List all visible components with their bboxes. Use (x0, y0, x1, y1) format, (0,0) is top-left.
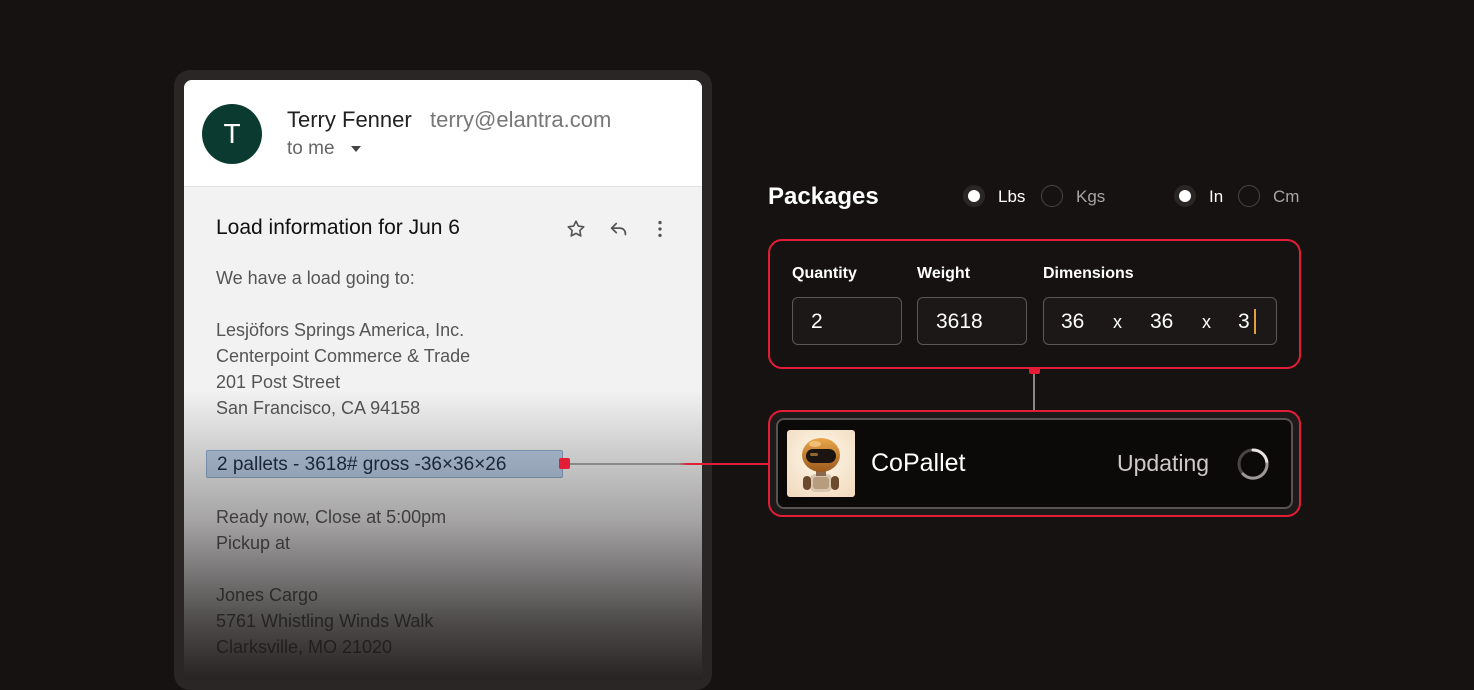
dim-length-value: 36 (1061, 310, 1085, 333)
sender-email: terry@elantra.com (430, 107, 612, 132)
email-subject: Load information for Jun 6 (216, 216, 460, 239)
chevron-down-icon[interactable] (351, 146, 361, 152)
body-line: Ready now, Close at 5:00pm (216, 507, 447, 527)
body-line: We have a load going to: (216, 268, 415, 288)
radio-kgs[interactable] (1041, 185, 1063, 207)
radio-label-in[interactable]: In (1209, 187, 1223, 207)
body-line: Lesjöfors Springs America, Inc. (216, 320, 465, 340)
star-icon[interactable] (565, 218, 587, 240)
weight-label: Weight (917, 265, 971, 282)
dim-separator: x (1202, 312, 1211, 332)
text-cursor (1254, 309, 1256, 334)
avatar[interactable]: T (202, 104, 262, 164)
weight-value: 3618 (936, 310, 983, 333)
weight-input[interactable]: 3618 (917, 297, 1027, 345)
loading-spinner-icon (1235, 446, 1271, 482)
radio-label-cm[interactable]: Cm (1273, 187, 1299, 207)
copallet-name: CoPallet (871, 449, 966, 477)
body-line: San Francisco, CA 94158 (216, 398, 421, 418)
packages-title: Packages (768, 183, 879, 210)
connector-handle (559, 458, 570, 469)
highlighted-text-selection[interactable]: 2 pallets - 3618# gross -36×36×26 (206, 450, 563, 478)
dimensions-label: Dimensions (1043, 265, 1134, 282)
email-card: T Terry Fenner terry@elantra.com to me L… (184, 80, 702, 680)
quantity-value: 2 (811, 310, 823, 333)
robot-avatar-icon (787, 430, 855, 497)
body-line: 201 Post Street (216, 372, 341, 392)
body-line: Jones Cargo (216, 585, 319, 605)
reply-icon[interactable] (608, 218, 630, 240)
radio-lbs[interactable] (963, 185, 985, 207)
connector-line-vertical (1033, 374, 1035, 412)
dim-width-value: 36 (1150, 310, 1174, 333)
copallet-status: Updating (1117, 450, 1210, 476)
quantity-input[interactable]: 2 (792, 297, 902, 345)
dimensions-input[interactable]: 36 x 36 x 3 (1043, 297, 1277, 345)
dim-height-value: 3 (1238, 310, 1250, 333)
radio-in[interactable] (1174, 185, 1196, 207)
quantity-label: Quantity (792, 265, 857, 282)
sender-name[interactable]: Terry Fenner (287, 107, 412, 133)
body-line: Pickup at (216, 533, 291, 553)
radio-label-lbs[interactable]: Lbs (998, 187, 1025, 207)
connector-line (568, 463, 768, 465)
dim-separator: x (1113, 312, 1122, 332)
radio-label-kgs[interactable]: Kgs (1076, 187, 1105, 207)
email-header: T Terry Fenner terry@elantra.com to me (184, 80, 702, 187)
body-line: 5761 Whistling Winds Walk (216, 611, 434, 631)
radio-cm[interactable] (1238, 185, 1260, 207)
body-line: Clarksville, MO 21020 (216, 637, 393, 657)
body-line: Centerpoint Commerce & Trade (216, 346, 471, 366)
more-vert-icon[interactable] (649, 218, 671, 240)
recipient-label[interactable]: to me (287, 138, 335, 160)
